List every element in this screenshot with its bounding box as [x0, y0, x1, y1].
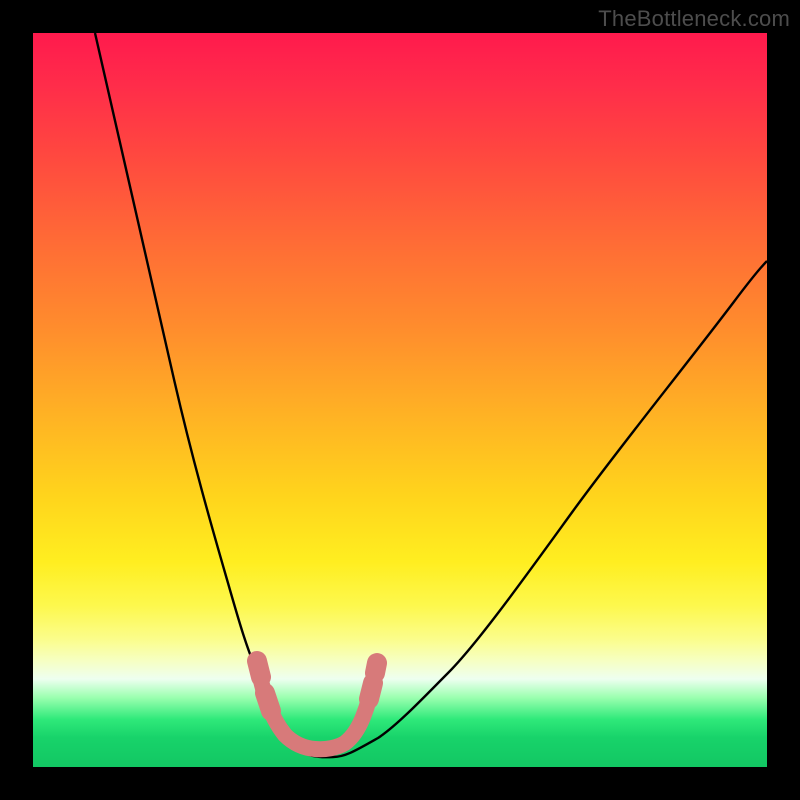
chart-plot-area	[33, 33, 767, 767]
valley-marker-beads	[257, 661, 377, 711]
bottleneck-curve	[95, 33, 767, 757]
watermark-text: TheBottleneck.com	[598, 6, 790, 32]
chart-overlay-svg	[33, 33, 767, 767]
chart-frame: TheBottleneck.com	[0, 0, 800, 800]
